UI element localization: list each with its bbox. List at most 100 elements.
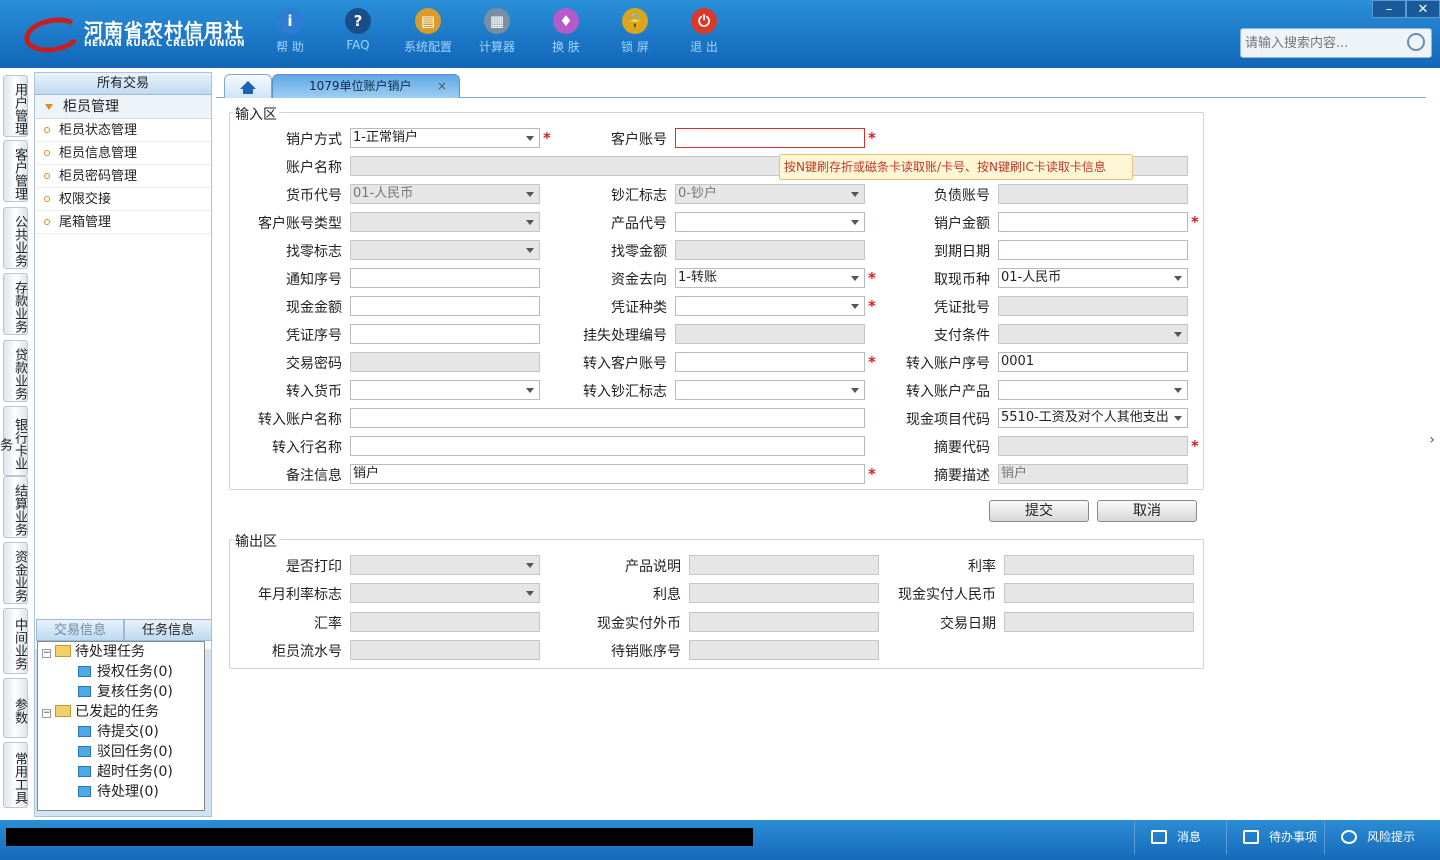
teller-management-section[interactable]: 柜员管理 (35, 95, 211, 119)
tab-account-closure[interactable]: 1079单位账户销户 × (272, 74, 460, 98)
risk-alert-button[interactable]: 风险提示 (1324, 820, 1440, 854)
hbdh-select[interactable]: 01-人民币 (350, 184, 540, 204)
toolbar-button-0[interactable]: i 帮 助 (258, 8, 322, 62)
toolbar-label: 退 出 (690, 40, 718, 54)
zlbz-select[interactable] (350, 240, 540, 260)
sidebar-item-2[interactable]: 柜员密码管理 (35, 165, 211, 188)
task-tabs: 交易信息 任务信息 (36, 619, 212, 641)
tab-transaction-info[interactable]: 交易信息 (36, 619, 124, 641)
xjsfwb-label: 现金实付外币 (597, 616, 681, 632)
toolbar-button-5[interactable]: 🔒 锁 屏 (603, 8, 667, 62)
xhje-field[interactable] (998, 212, 1188, 232)
pzxh-field[interactable] (350, 324, 540, 344)
xjje-field[interactable] (350, 296, 540, 316)
side-panel-toggle-icon[interactable]: › (1426, 420, 1438, 460)
zrkhzh-field[interactable] (675, 352, 865, 372)
toolbar-button-4[interactable]: ♦ 换 肤 (534, 8, 598, 62)
vertical-tab-7[interactable]: 资金业务 (3, 542, 28, 604)
zrchbz-select[interactable] (675, 380, 865, 400)
sidebar-item-0[interactable]: 柜员状态管理 (35, 119, 211, 142)
left-panel: 所有交易 柜员管理 柜员状态管理 柜员信息管理 柜员密码管理 权限交接尾箱管理 交易信… (34, 72, 212, 817)
xjxmdm-select[interactable]: 5510-工资及对个人其他支出 (998, 408, 1188, 428)
vertical-tab-9[interactable]: 参数 (3, 678, 28, 738)
toolbar-button-6[interactable]: ⏻ 退 出 (672, 8, 736, 62)
bullet-icon (44, 196, 50, 202)
xhfs-label: 销户方式 (286, 132, 342, 148)
zrhb-select[interactable] (350, 380, 540, 400)
bzxx-field[interactable]: 销户 (350, 464, 865, 484)
gsclbh-label: 挂失处理编号 (583, 328, 667, 344)
sidebar-item-label: 尾箱管理 (59, 215, 112, 230)
sidebar-item-3[interactable]: 权限交接 (35, 188, 211, 211)
tzxh-field[interactable] (350, 268, 540, 288)
zrzhxh-field[interactable]: 0001 (998, 352, 1188, 372)
cancel-button[interactable]: 取消 (1097, 500, 1197, 522)
vertical-tab-5[interactable]: 银行卡业务 (0, 406, 28, 476)
vertical-tab-3[interactable]: 存款业务 (3, 273, 28, 335)
khzh-field[interactable] (675, 128, 865, 148)
zjqx-select[interactable]: 1-转账 (675, 268, 865, 288)
power-icon: ⏻ (691, 8, 717, 34)
khzhlx-select[interactable] (350, 212, 540, 232)
sidebar-item-4[interactable]: 尾箱管理 (35, 211, 211, 234)
vertical-nav: 用户管理客户管理公共业务存款业务贷款业务银行卡业务 结算业务资金业务中间业务参数常… (0, 72, 30, 812)
nyllbz-select[interactable] (350, 583, 540, 603)
zrhmc-field[interactable] (350, 436, 865, 456)
toolbar-button-2[interactable]: ▤ 系统配置 (396, 8, 460, 62)
tree-rejected[interactable]: 驳回任务(0) (78, 742, 173, 762)
todo-button[interactable]: 待办事项 (1226, 820, 1324, 854)
cpdh-select[interactable] (675, 212, 865, 232)
vertical-tab-1[interactable]: 客户管理 (3, 140, 28, 202)
zrzhcp-select[interactable] (998, 380, 1188, 400)
tree-to-submit[interactable]: 待提交(0) (78, 722, 159, 742)
tree-timeout[interactable]: 超时任务(0) (78, 762, 173, 782)
chbz-select[interactable]: 0-钞户 (675, 184, 865, 204)
toolbar-button-1[interactable]: ? FAQ (326, 8, 390, 62)
vertical-tab-10[interactable]: 常用工具 (3, 742, 28, 808)
collapse-icon[interactable]: − (42, 649, 51, 658)
tree-review-tasks[interactable]: 复核任务(0) (78, 682, 173, 702)
vertical-tab-6[interactable]: 结算业务 (3, 476, 28, 538)
input-area-legend: 输入区 (233, 104, 279, 124)
hbdh-label: 货币代号 (286, 188, 342, 204)
logo-mark-icon (21, 13, 85, 57)
vertical-tab-0[interactable]: 用户管理 (3, 75, 28, 137)
zrzhmc-field[interactable] (350, 408, 865, 428)
collapse-icon[interactable]: − (42, 709, 51, 718)
vertical-tab-8[interactable]: 中间业务 (3, 608, 28, 674)
tab-bar: 1079单位账户销户 × (216, 72, 1426, 98)
xjje-label: 现金金额 (286, 300, 342, 316)
pzzl-select[interactable] (675, 296, 865, 316)
jymm-field (350, 352, 540, 372)
logo-subtext: HENAN RURAL CREDIT UNION (84, 39, 245, 49)
zftj-select[interactable] (998, 324, 1188, 344)
close-tab-icon[interactable]: × (437, 75, 447, 97)
submit-button[interactable]: 提交 (989, 500, 1089, 522)
tree-pending-tasks[interactable]: − 待处理任务 (42, 642, 145, 662)
sidebar-item-1[interactable]: 柜员信息管理 (35, 142, 211, 165)
xhfs-select[interactable]: 1-正常销户 (350, 128, 540, 148)
section-label: 柜员管理 (63, 99, 119, 115)
tab-task-info[interactable]: 任务信息 (124, 619, 212, 641)
zjqx-label: 资金去向 (611, 272, 667, 288)
dqrq-field[interactable] (998, 240, 1188, 260)
toolbar-label: 帮 助 (276, 40, 304, 54)
zrchbz-label: 转入钞汇标志 (583, 384, 667, 400)
pzzl-label: 凭证种类 (611, 300, 667, 316)
vertical-tab-4[interactable]: 贷款业务 (3, 340, 28, 402)
zrzhcp-label: 转入账户产品 (906, 384, 990, 400)
toolbar-button-3[interactable]: ▦ 计算器 (465, 8, 529, 62)
tree-to-process[interactable]: 待处理(0) (78, 782, 159, 802)
qxbz-select[interactable]: 01-人民币 (998, 268, 1188, 288)
tree-auth-tasks[interactable]: 授权任务(0) (78, 662, 173, 682)
home-tab[interactable] (224, 74, 272, 98)
minimize-button[interactable]: – (1372, 0, 1406, 18)
close-window-button[interactable]: ✕ (1406, 0, 1440, 18)
vertical-tab-2[interactable]: 公共业务 (3, 207, 28, 269)
messages-button[interactable]: 消息 (1134, 820, 1226, 854)
search-icon[interactable] (1407, 33, 1425, 51)
sfdy-select[interactable] (350, 555, 540, 575)
all-transactions-header[interactable]: 所有交易 (35, 73, 211, 95)
search-input[interactable] (1241, 29, 1401, 57)
tree-initiated-tasks[interactable]: − 已发起的任务 (42, 702, 159, 722)
